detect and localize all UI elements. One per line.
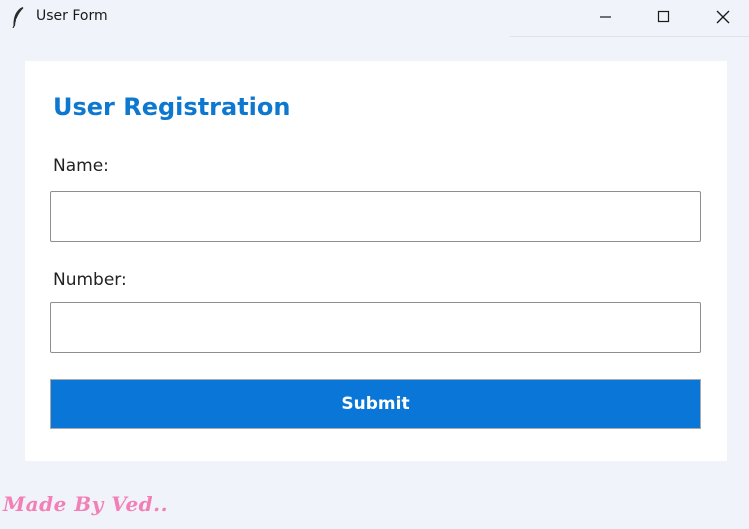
maximize-icon — [657, 10, 670, 23]
number-label: Number: — [53, 270, 127, 290]
title-divider — [510, 36, 749, 37]
submit-button[interactable]: Submit — [50, 379, 701, 429]
footer-credit: Made By Ved.. — [3, 492, 169, 516]
minimize-button[interactable] — [576, 0, 634, 34]
submit-button-label: Submit — [52, 381, 699, 427]
name-label: Name: — [53, 156, 109, 176]
close-icon — [716, 10, 730, 24]
form-heading: User Registration — [53, 93, 291, 121]
registration-card: User Registration Name: Number: Submit — [25, 61, 727, 461]
close-button[interactable] — [692, 0, 749, 34]
minimize-icon — [600, 16, 611, 18]
maximize-button[interactable] — [634, 0, 692, 34]
name-input[interactable] — [50, 191, 701, 242]
number-input[interactable] — [50, 302, 701, 353]
feather-icon — [12, 7, 24, 28]
window-title: User Form — [36, 8, 108, 24]
title-bar: User Form — [0, 0, 749, 37]
